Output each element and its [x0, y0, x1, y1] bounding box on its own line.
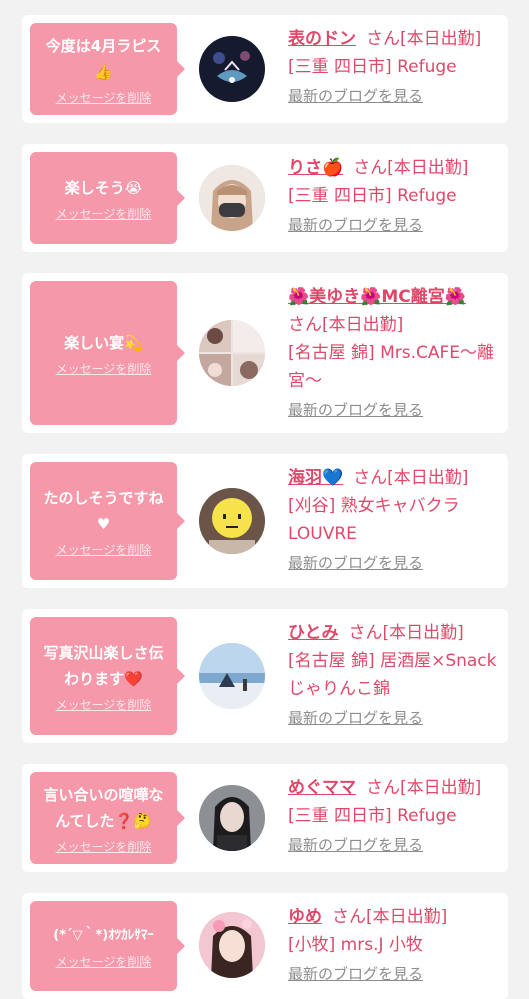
shop-name: [三重 四日市] Refuge	[288, 186, 457, 206]
avatar[interactable]	[199, 36, 265, 102]
message-card: 今度は4月ラピス👍 メッセージを削除 表のドン さん[本日出勤] [三重 四日市]…	[22, 15, 508, 123]
message-card: 写真沢山楽しさ伝わります❤️ メッセージを削除 ひとみ さん[本日出勤] [名古屋…	[22, 609, 508, 743]
sender-status: さん[本日出勤]	[366, 29, 482, 49]
sender-status: さん[本日出勤]	[353, 158, 469, 178]
delete-message-link[interactable]: メッセージを削除	[56, 838, 152, 855]
sender-status: さん[本日出勤]	[366, 778, 482, 798]
message-text: 言い合いの喧嘩なんてした❓🤔	[43, 785, 164, 830]
latest-blog-link[interactable]: 最新のブログを見る	[288, 85, 423, 107]
delete-message-link[interactable]: メッセージを削除	[56, 696, 152, 713]
sender-info: 🌺美ゆき🌺MC離宮🌺 さん[本日出勤] [名古屋 錦] Mrs.CAFE〜離宮〜 …	[288, 283, 500, 421]
message-card: たのしそうですね♥ メッセージを削除 海羽💙 さん[本日出勤] [刈谷] 熟女キャ…	[22, 454, 508, 588]
message-card: 楽しそう😭 メッセージを削除 りさ🍎 さん[本日出勤] [三重 四日市] Refu…	[22, 144, 508, 252]
message-card: (*´▽｀*)ｵﾂｶﾚｻﾏｰ メッセージを削除 ゆめ さん[本日出勤] [小牧] …	[22, 893, 508, 999]
message-text: 今度は4月ラピス👍	[45, 36, 162, 81]
message-bubble: (*´▽｀*)ｵﾂｶﾚｻﾏｰ メッセージを削除	[30, 901, 185, 991]
sender-info: めぐママ さん[本日出勤] [三重 四日市] Refuge 最新のブログを見る	[288, 774, 500, 856]
shop-name: [刈谷] 熟女キャバクラLOUVRE	[288, 496, 460, 544]
message-text: たのしそうですね♥	[43, 488, 164, 533]
message-bubble: 言い合いの喧嘩なんてした❓🤔 メッセージを削除	[30, 772, 185, 864]
shop-name: [小牧] mrs.J 小牧	[288, 935, 423, 955]
message-card: 言い合いの喧嘩なんてした❓🤔 メッセージを削除 めぐママ さん[本日出勤] [三重…	[22, 764, 508, 872]
delete-message-link[interactable]: メッセージを削除	[56, 953, 152, 970]
shop-name: [名古屋 錦] 居酒屋×Snack じゃりんこ錦	[288, 651, 497, 699]
message-text: 楽しい宴💫	[64, 333, 143, 352]
latest-blog-link[interactable]: 最新のブログを見る	[288, 214, 423, 236]
message-list: 今度は4月ラピス👍 メッセージを削除 表のドン さん[本日出勤] [三重 四日市]…	[0, 0, 529, 999]
message-bubble: 今度は4月ラピス👍 メッセージを削除	[30, 23, 185, 115]
sender-name-link[interactable]: りさ🍎	[288, 158, 343, 178]
latest-blog-link[interactable]: 最新のブログを見る	[288, 963, 423, 985]
delete-message-link[interactable]: メッセージを削除	[56, 89, 152, 106]
message-bubble: 楽しい宴💫 メッセージを削除	[30, 281, 185, 425]
avatar[interactable]	[199, 320, 265, 386]
message-bubble: 写真沢山楽しさ伝わります❤️ メッセージを削除	[30, 617, 185, 735]
avatar[interactable]	[199, 165, 265, 231]
sender-status: さん[本日出勤]	[332, 907, 448, 927]
message-text: 楽しそう😭	[64, 178, 143, 197]
sender-status: さん[本日出勤]	[348, 623, 464, 643]
sender-name-link[interactable]: ゆめ	[288, 907, 322, 927]
shop-name: [三重 四日市] Refuge	[288, 806, 457, 826]
sender-info: りさ🍎 さん[本日出勤] [三重 四日市] Refuge 最新のブログを見る	[288, 154, 500, 236]
sender-info: 表のドン さん[本日出勤] [三重 四日市] Refuge 最新のブログを見る	[288, 25, 500, 107]
latest-blog-link[interactable]: 最新のブログを見る	[288, 552, 423, 574]
message-card: 楽しい宴💫 メッセージを削除 🌺美ゆき🌺MC離宮🌺 さん[本日出勤] [名古屋 錦…	[22, 273, 508, 433]
sender-name-link[interactable]: 表のドン	[288, 29, 356, 49]
shop-name: [名古屋 錦] Mrs.CAFE〜離宮〜	[288, 343, 495, 391]
avatar[interactable]	[199, 785, 265, 851]
avatar[interactable]	[199, 488, 265, 554]
delete-message-link[interactable]: メッセージを削除	[56, 541, 152, 558]
latest-blog-link[interactable]: 最新のブログを見る	[288, 399, 423, 421]
sender-info: ひとみ さん[本日出勤] [名古屋 錦] 居酒屋×Snack じゃりんこ錦 最新の…	[288, 619, 500, 729]
sender-info: ゆめ さん[本日出勤] [小牧] mrs.J 小牧 最新のブログを見る	[288, 903, 500, 985]
latest-blog-link[interactable]: 最新のブログを見る	[288, 707, 423, 729]
sender-name-link[interactable]: ひとみ	[288, 623, 339, 643]
message-text: (*´▽｀*)ｵﾂｶﾚｻﾏｰ	[53, 927, 154, 943]
message-bubble: たのしそうですね♥ メッセージを削除	[30, 462, 185, 580]
sender-name-link[interactable]: 海羽💙	[288, 468, 343, 488]
shop-name: [三重 四日市] Refuge	[288, 57, 457, 77]
sender-name-link[interactable]: 🌺美ゆき🌺MC離宮🌺	[288, 287, 466, 307]
avatar[interactable]	[199, 643, 265, 709]
avatar[interactable]	[199, 912, 265, 978]
message-text: 写真沢山楽しさ伝わります❤️	[43, 643, 164, 688]
message-bubble: 楽しそう😭 メッセージを削除	[30, 152, 185, 244]
delete-message-link[interactable]: メッセージを削除	[56, 205, 152, 222]
sender-name-link[interactable]: めぐママ	[288, 778, 356, 798]
latest-blog-link[interactable]: 最新のブログを見る	[288, 834, 423, 856]
delete-message-link[interactable]: メッセージを削除	[56, 360, 152, 377]
sender-status: さん[本日出勤]	[288, 315, 404, 335]
sender-status: さん[本日出勤]	[353, 468, 469, 488]
sender-info: 海羽💙 さん[本日出勤] [刈谷] 熟女キャバクラLOUVRE 最新のブログを見る	[288, 464, 500, 574]
